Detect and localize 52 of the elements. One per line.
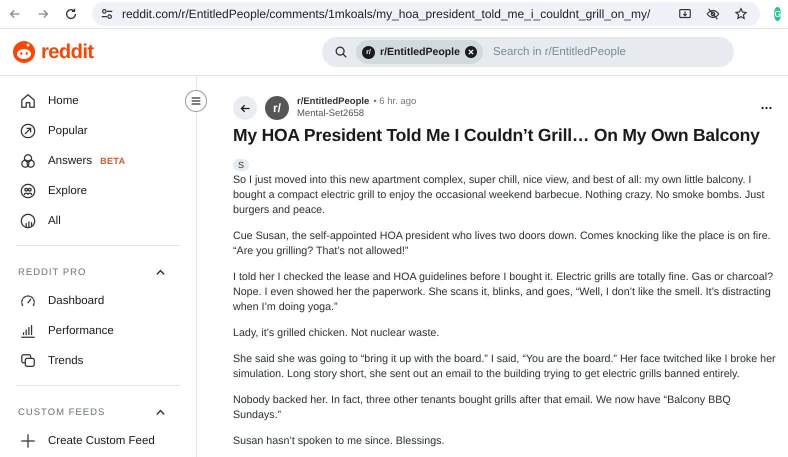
- post-paragraph: Nobody backed her. In fact, three other tenants bought grills after that email. We now have “Balcony BBQ Sundays.”: [233, 393, 732, 423]
- arrow-circle-icon: [20, 123, 36, 139]
- sidebar-item[interactable]: Home: [16, 86, 180, 116]
- address-bar[interactable]: reddit.com/r/EntitledPeople/comments/1mkoals/my_hoa_president_told_me_i_couldnt_grill_on_my/: [92, 2, 760, 26]
- forward-icon[interactable]: [36, 7, 50, 21]
- home-icon: [20, 93, 36, 109]
- eye-slash-icon[interactable]: [706, 7, 720, 21]
- reload-icon[interactable]: [64, 7, 78, 21]
- more-button[interactable]: [759, 104, 774, 112]
- sidebar-item[interactable]: Dashboard: [16, 286, 180, 316]
- close-icon[interactable]: [464, 46, 477, 58]
- sidebar-item[interactable]: Performance: [16, 316, 180, 346]
- community-link[interactable]: r/EntitledPeople: [297, 96, 370, 107]
- post-paragraph: Lady, it’s grilled chicken. Not nuclear waste.: [233, 326, 440, 341]
- section-header[interactable]: REDDIT PRO: [16, 258, 180, 286]
- sidebar-item[interactable]: Explore: [16, 176, 180, 206]
- chip-label: r/EntitledPeople: [380, 46, 460, 58]
- post-paragraph: So I just moved into this new apartment complex, super chill, nice view, and best of all: my own little balcony. I bought a compact electric grill to enjoy the occasional weekend barbecue. Nothing crazy. No smoke bombs. Just burgers and peace.: [233, 173, 766, 218]
- chart-circle-icon: [20, 213, 36, 229]
- dots-icon: [761, 106, 772, 110]
- back-button[interactable]: [233, 96, 257, 120]
- people-icon: [20, 183, 36, 199]
- post-paragraph: I told her I checked the lease and HOA guidelines before I bought it. Electric grills are totally fine. Gas or charcoal? Nope. I even showed her the paperwork. She scans it, blinks, and goes, “Well, I don’t like the smell. It’s distracting when I’m doing yoga.”: [233, 270, 774, 314]
- bar-chart-icon: [20, 323, 36, 339]
- star-icon[interactable]: [734, 7, 748, 21]
- post-paragraph: She said she was going to “bring it up with the board.” I said, “You are the board.” Her face twitched like I broke her simulation. Long story short, she sent out an email to the building trying to get electric grills banned entirely.: [233, 352, 776, 382]
- beta-label: BETA: [100, 156, 126, 166]
- alien-icon[interactable]: [12, 40, 36, 64]
- circles-icon: [20, 153, 36, 169]
- post-flair[interactable]: S: [233, 159, 250, 171]
- chat-bubbles-icon: [20, 353, 36, 369]
- install-icon[interactable]: [678, 7, 692, 21]
- search-icon: [334, 45, 348, 59]
- post-paragraph: Susan hasn’t spoken to me since. Blessings.: [233, 434, 446, 450]
- sidebar-item[interactable]: Trends: [16, 346, 180, 376]
- community-avatar[interactable]: r/: [265, 96, 289, 120]
- post-paragraph: Cue Susan, the self-appointed HOA president who lives two doors down. Comes knocking like the place is on fire. “Are you grilling? That’s not allowed!”: [233, 228, 772, 258]
- post-title: My HOA President Told Me I Couldn’t Grill… On My Own Balcony: [233, 124, 761, 147]
- author-link[interactable]: Mental-Set2658: [297, 108, 416, 120]
- site-settings-icon[interactable]: [100, 7, 114, 21]
- sidebar-item[interactable]: All: [16, 206, 180, 236]
- section-header[interactable]: CUSTOM FEEDS: [16, 398, 180, 426]
- sidebar-item[interactable]: Popular: [16, 116, 180, 146]
- back-icon[interactable]: [8, 7, 22, 21]
- plus-icon: [20, 433, 36, 449]
- menu-button[interactable]: [185, 90, 207, 112]
- gauge-icon: [20, 293, 36, 309]
- menu-icon: [190, 95, 202, 107]
- url-text: reddit.com/r/EntitledPeople/comments/1mkoals/my_hoa_president_told_me_i_couldnt_grill_on_my/: [122, 7, 650, 21]
- post-time: • 6 hr. ago: [373, 96, 416, 107]
- sidebar-item[interactable]: Answers BETA: [16, 146, 180, 176]
- sidebar-item[interactable]: Create Custom Feed: [16, 426, 180, 456]
